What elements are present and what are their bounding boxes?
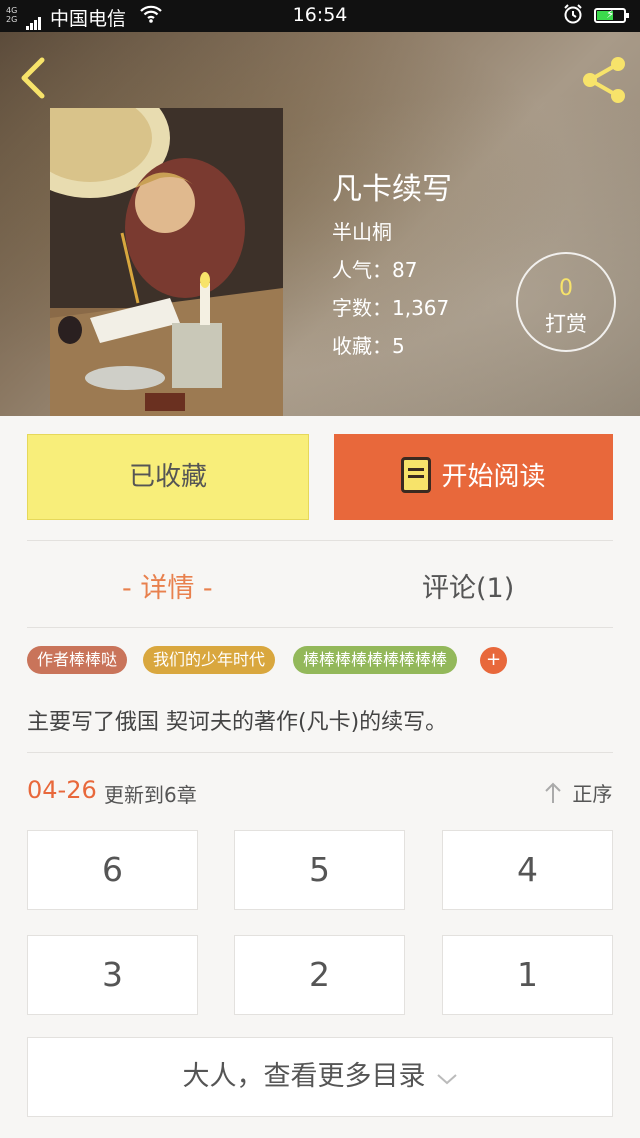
battery-charging-icon: ⚡ (594, 7, 629, 23)
tag-item[interactable]: 我们的少年时代 (143, 646, 276, 674)
start-reading-label: 开始阅读 (441, 462, 546, 492)
word-count-value: 1,367 (392, 296, 450, 320)
book-cover[interactable] (50, 108, 283, 416)
book-header: 凡卡续写 半山桐 人气：87 字数：1,367 收藏：5 0 打赏 (0, 32, 640, 416)
book-author[interactable]: 半山桐 (332, 216, 392, 245)
chapter-button[interactable]: 5 (234, 830, 405, 910)
word-count-stat: 字数：1,367 (332, 296, 450, 320)
tag-item[interactable]: 棒棒棒棒棒棒棒棒棒 (293, 646, 458, 674)
sort-order-button[interactable]: 正序 (544, 778, 612, 807)
book-summary: 主要写了俄国 契诃夫的著作(凡卡)的续写。 (27, 710, 448, 735)
sort-order-label: 正序 (572, 782, 613, 806)
chevron-down-icon (436, 1039, 458, 1117)
tip-count: 0 (559, 276, 573, 301)
tag-item[interactable]: 作者棒棒哒 (27, 646, 128, 674)
arrow-up-icon (544, 782, 568, 806)
status-bar: 4G 2G 中国电信 16:54 ⚡ (0, 0, 640, 32)
divider (27, 752, 613, 753)
tip-label: 打赏 (545, 312, 587, 336)
add-tag-button[interactable]: + (480, 647, 507, 674)
cover-illustration (50, 108, 283, 416)
chapter-button[interactable]: 1 (442, 935, 613, 1015)
favorites-stat: 收藏：5 (332, 334, 405, 358)
divider (27, 627, 613, 628)
chevron-left-icon (21, 57, 45, 99)
share-icon (583, 57, 625, 103)
collected-button[interactable]: 已收藏 (27, 434, 309, 520)
book-title: 凡卡续写 (332, 172, 452, 207)
more-chapters-label: 大人，查看更多目录 (182, 1061, 426, 1092)
popularity-stat: 人气：87 (332, 258, 418, 282)
share-button[interactable] (578, 54, 630, 106)
divider (27, 540, 613, 541)
chapter-button[interactable]: 4 (442, 830, 613, 910)
book-icon (401, 456, 432, 493)
tip-button[interactable]: 0 打赏 (516, 252, 616, 352)
tab-comments[interactable]: 评论(1) (422, 566, 514, 605)
start-reading-button[interactable]: 开始阅读 (334, 434, 613, 520)
update-text: 更新到6章 (104, 783, 197, 807)
back-button[interactable] (14, 54, 54, 102)
chapter-button[interactable]: 3 (27, 935, 198, 1015)
more-chapters-button[interactable]: 大人，查看更多目录 (27, 1037, 613, 1117)
alarm-icon (562, 3, 584, 30)
popularity-value: 87 (392, 258, 418, 282)
chapter-button[interactable]: 2 (234, 935, 405, 1015)
status-time: 16:54 (292, 4, 348, 26)
favorites-value: 5 (392, 334, 405, 358)
update-date: 04-26 (27, 776, 97, 804)
tab-detail[interactable]: - 详情 - (122, 566, 213, 605)
chapter-button[interactable]: 6 (27, 830, 198, 910)
